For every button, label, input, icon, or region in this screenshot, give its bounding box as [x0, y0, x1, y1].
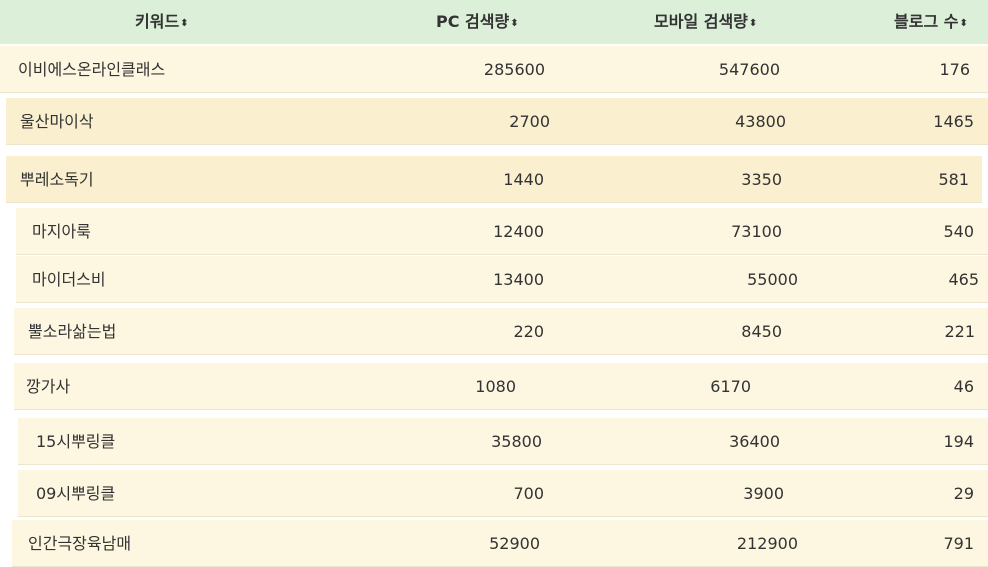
pc-search-cell: 35800 [491, 432, 542, 451]
blog-count-cell: 221 [944, 322, 975, 341]
column-header-blog-count-label: 블로그 수 [894, 12, 959, 31]
column-header-pc-search[interactable]: PC 검색량⬍ [436, 0, 556, 44]
blog-count-cell: 540 [943, 222, 974, 241]
mobile-search-cell: 73100 [731, 222, 782, 241]
keyword-cell: 울산마이삭 [20, 112, 94, 131]
table-row[interactable]: 깡가사 1080 6170 46 [14, 363, 988, 410]
blog-count-cell: 465 [948, 270, 979, 289]
keyword-cell: 뿔소라삶는법 [28, 322, 117, 341]
keyword-cell: 마이더스비 [32, 270, 106, 289]
mobile-search-cell: 8450 [741, 322, 782, 341]
mobile-search-cell: 212900 [736, 534, 798, 553]
keyword-cell: 이비에스온라인클래스 [18, 60, 166, 79]
sort-icon[interactable]: ⬍ [959, 18, 967, 29]
column-header-keyword[interactable]: 키워드⬍ [135, 0, 225, 44]
keyword-cell: 깡가사 [26, 377, 71, 396]
keyword-cell: 15시뿌링클 [36, 432, 116, 451]
keyword-cell: 인간극장육남매 [28, 534, 132, 553]
pc-search-cell: 12400 [493, 222, 544, 241]
blog-count-cell: 194 [943, 432, 974, 451]
keyword-cell: 마지아룩 [32, 222, 91, 241]
table-row[interactable]: 마지아룩 12400 73100 540 [16, 208, 988, 255]
table-row[interactable]: 뿔소라삶는법 220 8450 221 [14, 308, 988, 355]
table-row[interactable]: 인간극장육남매 52900 212900 791 [12, 520, 988, 567]
table-row[interactable]: 15시뿌링클 35800 36400 194 [18, 418, 988, 465]
keyword-cell: 뿌레소독기 [20, 170, 94, 189]
pc-search-cell: 2700 [509, 112, 550, 131]
table-row[interactable]: 이비에스온라인클래스 285600 547600 176 [0, 46, 988, 93]
mobile-search-cell: 43800 [735, 112, 786, 131]
pc-search-cell: 285600 [483, 60, 545, 79]
keyword-table: 키워드⬍ PC 검색량⬍ 모바일 검색량⬍ 블로그 수⬍ 이비에스온라인클래스 2… [0, 0, 988, 567]
mobile-search-cell: 3350 [741, 170, 782, 189]
table-row[interactable]: 마이더스비 13400 55000 465 [16, 256, 988, 303]
keyword-cell: 09시뿌링클 [36, 484, 116, 503]
pc-search-cell: 13400 [493, 270, 544, 289]
table-row[interactable]: 뿌레소독기 1440 3350 581 [6, 156, 982, 203]
sort-icon[interactable]: ⬍ [180, 18, 188, 29]
pc-search-cell: 1080 [475, 377, 516, 396]
mobile-search-cell: 36400 [729, 432, 780, 451]
mobile-search-cell: 547600 [718, 60, 780, 79]
table-header: 키워드⬍ PC 검색량⬍ 모바일 검색량⬍ 블로그 수⬍ [0, 0, 988, 44]
column-header-pc-search-label: PC 검색량 [436, 12, 510, 31]
mobile-search-cell: 55000 [747, 270, 798, 289]
sort-icon[interactable]: ⬍ [749, 18, 757, 29]
mobile-search-cell: 6170 [710, 377, 751, 396]
blog-count-cell: 791 [943, 534, 974, 553]
pc-search-cell: 1440 [503, 170, 544, 189]
column-header-mobile-search-label: 모바일 검색량 [654, 12, 748, 31]
column-header-keyword-label: 키워드 [135, 12, 180, 31]
table-row[interactable]: 울산마이삭 2700 43800 1465 [6, 98, 988, 145]
blog-count-cell: 581 [938, 170, 969, 189]
pc-search-cell: 52900 [489, 534, 540, 553]
table-row[interactable]: 09시뿌링클 700 3900 29 [18, 470, 988, 517]
blog-count-cell: 29 [953, 484, 974, 503]
blog-count-cell: 176 [939, 60, 970, 79]
blog-count-cell: 46 [953, 377, 974, 396]
column-header-blog-count[interactable]: 블로그 수⬍ [894, 0, 984, 44]
pc-search-cell: 220 [513, 322, 544, 341]
mobile-search-cell: 3900 [743, 484, 784, 503]
blog-count-cell: 1465 [933, 112, 974, 131]
sort-icon[interactable]: ⬍ [510, 18, 518, 29]
column-header-mobile-search[interactable]: 모바일 검색량⬍ [654, 0, 804, 44]
pc-search-cell: 700 [513, 484, 544, 503]
